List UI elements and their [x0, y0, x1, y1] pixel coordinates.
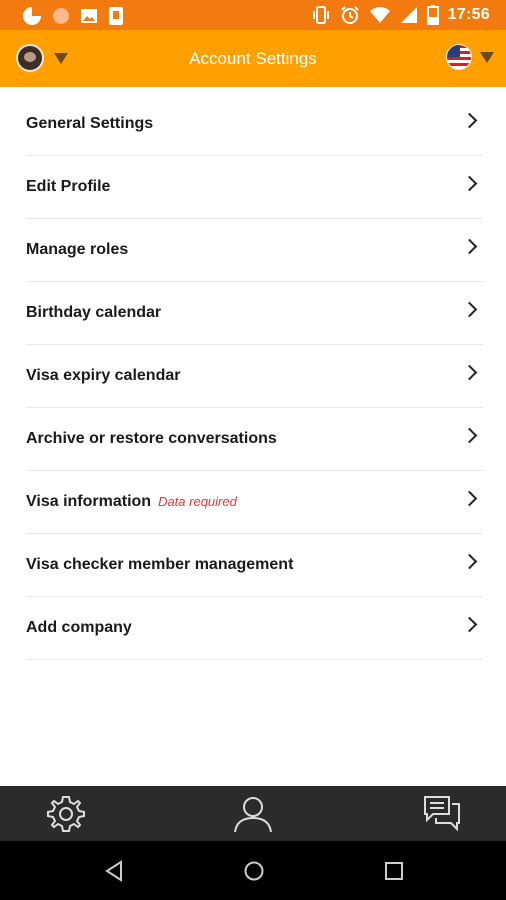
system-nav-bar — [0, 841, 506, 900]
menu-item-birthday-calendar[interactable]: Birthday calendar — [26, 282, 483, 345]
menu-item-label: Visa information Data required — [26, 471, 237, 533]
recents-icon[interactable] — [383, 860, 405, 882]
status-bar: 17:56 — [0, 0, 506, 30]
status-time: 17:56 — [447, 6, 490, 23]
chevron-right-icon — [461, 364, 478, 381]
menu-item-manage-roles[interactable]: Manage roles — [26, 219, 483, 282]
chevron-right-icon — [461, 301, 478, 318]
app-header: Account Settings — [0, 30, 506, 87]
menu-item-visa-expiry-calendar[interactable]: Visa expiry calendar — [26, 345, 483, 408]
chevron-right-icon — [461, 427, 478, 444]
menu-item-label: Edit Profile — [26, 178, 111, 195]
sd-icon — [109, 7, 123, 25]
chevron-right-icon — [461, 112, 478, 129]
settings-list: General Settings Edit Profile Manage rol… — [0, 93, 506, 660]
chevron-right-icon — [461, 616, 478, 633]
data-required-note: Data required — [158, 494, 237, 509]
menu-item-label: Visa expiry calendar — [26, 367, 181, 384]
image-icon — [81, 9, 97, 23]
menu-item-archive-restore-conversations[interactable]: Archive or restore conversations — [26, 408, 483, 471]
chevron-right-icon — [461, 553, 478, 570]
caret-down-icon[interactable] — [480, 51, 494, 63]
home-icon[interactable] — [243, 860, 265, 882]
menu-item-label: Archive or restore conversations — [26, 430, 277, 447]
menu-item-add-company[interactable]: Add company — [26, 597, 483, 660]
chevron-right-icon — [461, 175, 478, 192]
chevron-right-icon — [461, 238, 478, 255]
wifi-icon — [369, 7, 390, 23]
back-icon[interactable] — [103, 860, 125, 882]
menu-item-label: Manage roles — [26, 241, 129, 258]
vibrate-icon — [312, 6, 329, 24]
menu-item-label: Birthday calendar — [26, 304, 162, 321]
bottom-tab-bar — [0, 786, 506, 841]
user-icon[interactable] — [233, 794, 273, 834]
menu-item-edit-profile[interactable]: Edit Profile — [26, 156, 483, 219]
menu-item-general-settings[interactable]: General Settings — [26, 93, 483, 156]
us-flag-icon[interactable] — [446, 44, 472, 70]
chevron-right-icon — [461, 490, 478, 507]
menu-item-label-text: Visa information — [26, 493, 152, 510]
status-bar-notifications — [22, 6, 124, 26]
menu-item-visa-checker-member-management[interactable]: Visa checker member management — [26, 534, 483, 597]
status-bar-system: 17:56 — [311, 5, 490, 25]
battery-icon — [426, 5, 439, 25]
alarm-icon — [340, 6, 359, 24]
menu-item-label: Visa checker member management — [26, 556, 294, 573]
menu-item-label: General Settings — [26, 115, 154, 132]
circle-icon — [53, 8, 69, 24]
gear-icon[interactable] — [46, 794, 86, 834]
menu-item-label: Add company — [26, 619, 132, 636]
pie-icon — [23, 7, 41, 25]
page-title: Account Settings — [189, 49, 317, 68]
signal-icon — [400, 7, 417, 23]
chat-icon[interactable] — [422, 794, 462, 834]
menu-item-visa-information[interactable]: Visa information Data required — [26, 471, 483, 534]
language-switcher[interactable] — [446, 44, 494, 70]
